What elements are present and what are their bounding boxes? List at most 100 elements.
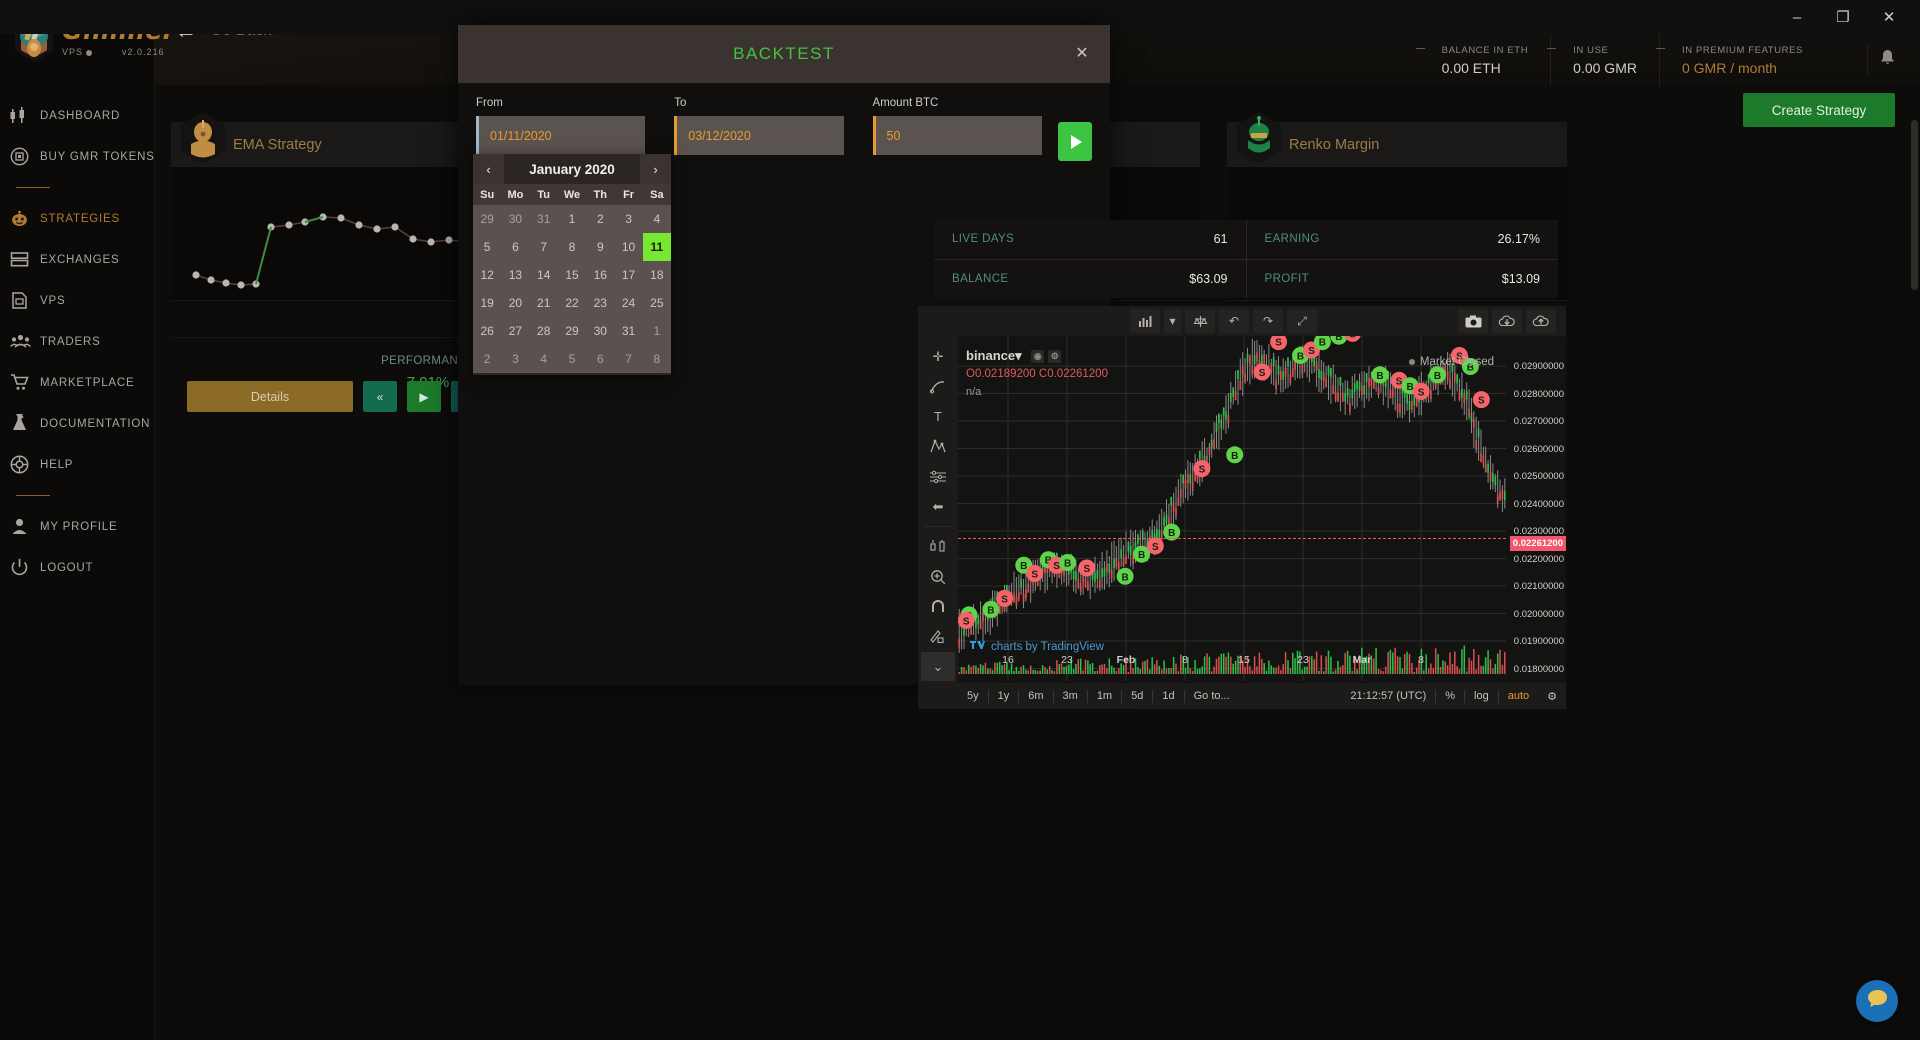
run-button[interactable]: ▶ [407, 381, 441, 412]
arrow-marker-icon[interactable]: ⬅ [921, 492, 955, 521]
settings-icon[interactable]: ⚙ [1048, 350, 1062, 364]
calendar-day[interactable]: 30 [501, 205, 529, 233]
sidebar-item-dashboard[interactable]: DASHBOARD [0, 95, 155, 136]
sidebar-item-vps[interactable]: VPS [0, 280, 155, 321]
calendar-day[interactable]: 31 [614, 317, 642, 345]
calendar-day[interactable]: 26 [473, 317, 501, 345]
range-1y-button[interactable]: 1y [989, 690, 1019, 702]
auto-scale-button[interactable]: auto [1499, 690, 1538, 702]
window-minimize-button[interactable]: – [1774, 0, 1820, 34]
calendar-day[interactable]: 1 [643, 317, 671, 345]
calendar-day[interactable]: 2 [586, 205, 614, 233]
sidebar-item-buy-gmr-tokens[interactable]: BUY GMR TOKENS [0, 136, 155, 177]
to-date-input[interactable] [674, 116, 844, 155]
undo-icon[interactable]: ↶ [1219, 309, 1249, 333]
close-icon[interactable]: ✕ [1068, 39, 1096, 67]
collapse-tools-icon[interactable]: ⌄ [921, 652, 955, 681]
cloud-download-icon[interactable] [1492, 309, 1522, 333]
magnet-icon[interactable] [921, 592, 955, 621]
calendar-day[interactable]: 1 [558, 205, 586, 233]
range-1m-button[interactable]: 1m [1088, 690, 1121, 702]
crosshair-cursor-icon[interactable]: ✛ [921, 342, 955, 371]
redo-icon[interactable]: ↷ [1253, 309, 1283, 333]
calendar-day[interactable]: 10 [614, 233, 642, 261]
rewind-button[interactable]: « [363, 381, 397, 412]
fib-pattern-icon[interactable] [921, 432, 955, 461]
notifications-button[interactable] [1867, 45, 1895, 75]
price-chart[interactable]: BSBSBSBSBSBBSBSBSSBSBBSBSBSBSBS binance▾… [958, 336, 1566, 709]
sidebar-item-marketplace[interactable]: MARKETPLACE [0, 362, 155, 403]
eye-icon[interactable]: ◉ [1031, 350, 1045, 364]
calendar-day[interactable]: 20 [501, 289, 529, 317]
calendar-day[interactable]: 31 [530, 205, 558, 233]
percent-scale-button[interactable]: % [1436, 690, 1464, 702]
calendar-day[interactable]: 4 [643, 205, 671, 233]
calendar-day[interactable]: 3 [501, 345, 529, 373]
range-5d-button[interactable]: 5d [1122, 690, 1152, 702]
calendar-day[interactable]: 9 [586, 233, 614, 261]
range-6m-button[interactable]: 6m [1019, 690, 1052, 702]
measure-icon[interactable] [921, 532, 955, 561]
calendar-day[interactable]: 7 [614, 345, 642, 373]
calendar-day[interactable]: 13 [501, 261, 529, 289]
calendar-day[interactable]: 2 [473, 345, 501, 373]
fullscreen-icon[interactable]: ⤢ [1287, 309, 1317, 333]
calendar-day[interactable]: 5 [473, 233, 501, 261]
sidebar-item-logout[interactable]: LOGOUT [0, 547, 155, 588]
sidebar-item-my-profile[interactable]: MY PROFILE [0, 506, 155, 547]
calendar-day[interactable]: 6 [586, 345, 614, 373]
calendar-day[interactable]: 15 [558, 261, 586, 289]
range-3m-button[interactable]: 3m [1054, 690, 1087, 702]
calendar-day[interactable]: 6 [501, 233, 529, 261]
camera-icon[interactable] [1458, 309, 1488, 333]
calendar-day[interactable]: 29 [558, 317, 586, 345]
from-date-input[interactable] [476, 116, 646, 155]
calendar-day[interactable]: 29 [473, 205, 501, 233]
create-strategy-button[interactable]: Create Strategy [1743, 93, 1895, 127]
amount-btc-input[interactable] [872, 116, 1042, 155]
window-restore-button[interactable]: ❐ [1820, 0, 1866, 34]
chevron-down-icon[interactable]: ▾ [1164, 309, 1181, 333]
cloud-upload-icon[interactable] [1526, 309, 1556, 333]
sidebar-item-documentation[interactable]: DOCUMENTATION [0, 403, 155, 444]
sidebar-item-strategies[interactable]: STRATEGIES [0, 198, 155, 239]
calendar-day-selected[interactable]: 11 [642, 233, 671, 261]
details-button[interactable]: Details [187, 381, 353, 412]
forecast-icon[interactable] [921, 462, 955, 491]
calendar-day[interactable]: 4 [530, 345, 558, 373]
text-tool-icon[interactable]: T [921, 402, 955, 431]
calendar-day[interactable]: 18 [643, 261, 671, 289]
range-5y-button[interactable]: 5y [958, 690, 988, 702]
calendar-day[interactable]: 27 [501, 317, 529, 345]
log-scale-button[interactable]: log [1465, 690, 1498, 702]
support-chat-button[interactable] [1856, 980, 1898, 1022]
sidebar-item-exchanges[interactable]: EXCHANGES [0, 239, 155, 280]
range-1d-button[interactable]: 1d [1153, 690, 1183, 702]
calendar-day[interactable]: 8 [643, 345, 671, 373]
calendar-day[interactable]: 28 [530, 317, 558, 345]
calendar-prev-month-button[interactable]: ‹ [473, 154, 504, 184]
chart-type-icon[interactable] [1130, 309, 1160, 333]
calendar-day[interactable]: 8 [558, 233, 586, 261]
calendar-day[interactable]: 17 [614, 261, 642, 289]
calendar-day[interactable]: 22 [558, 289, 586, 317]
sidebar-item-help[interactable]: HELP [0, 444, 155, 485]
calendar-day[interactable]: 3 [614, 205, 642, 233]
calendar-day[interactable]: 21 [530, 289, 558, 317]
calendar-day[interactable]: 30 [586, 317, 614, 345]
run-backtest-button[interactable] [1057, 122, 1093, 161]
price-scale[interactable]: 0.02900000 0.02800000 0.02700000 0.02600… [1506, 336, 1566, 699]
zoom-in-icon[interactable] [921, 562, 955, 591]
go-to-date-button[interactable]: Go to... [1185, 690, 1239, 702]
calendar-day[interactable]: 7 [530, 233, 558, 261]
calendar-day[interactable]: 14 [530, 261, 558, 289]
calendar-day[interactable]: 24 [614, 289, 642, 317]
chart-symbol[interactable]: binance▾ ◉ ⚙ [966, 348, 1062, 364]
calendar-day[interactable]: 12 [473, 261, 501, 289]
compare-scales-icon[interactable] [1185, 309, 1215, 333]
calendar-day[interactable]: 5 [558, 345, 586, 373]
tradingview-credit[interactable]: charts by TradingView [970, 639, 1104, 654]
calendar-day[interactable]: 19 [473, 289, 501, 317]
sidebar-item-traders[interactable]: TRADERS [0, 321, 155, 362]
calendar-day[interactable]: 23 [586, 289, 614, 317]
